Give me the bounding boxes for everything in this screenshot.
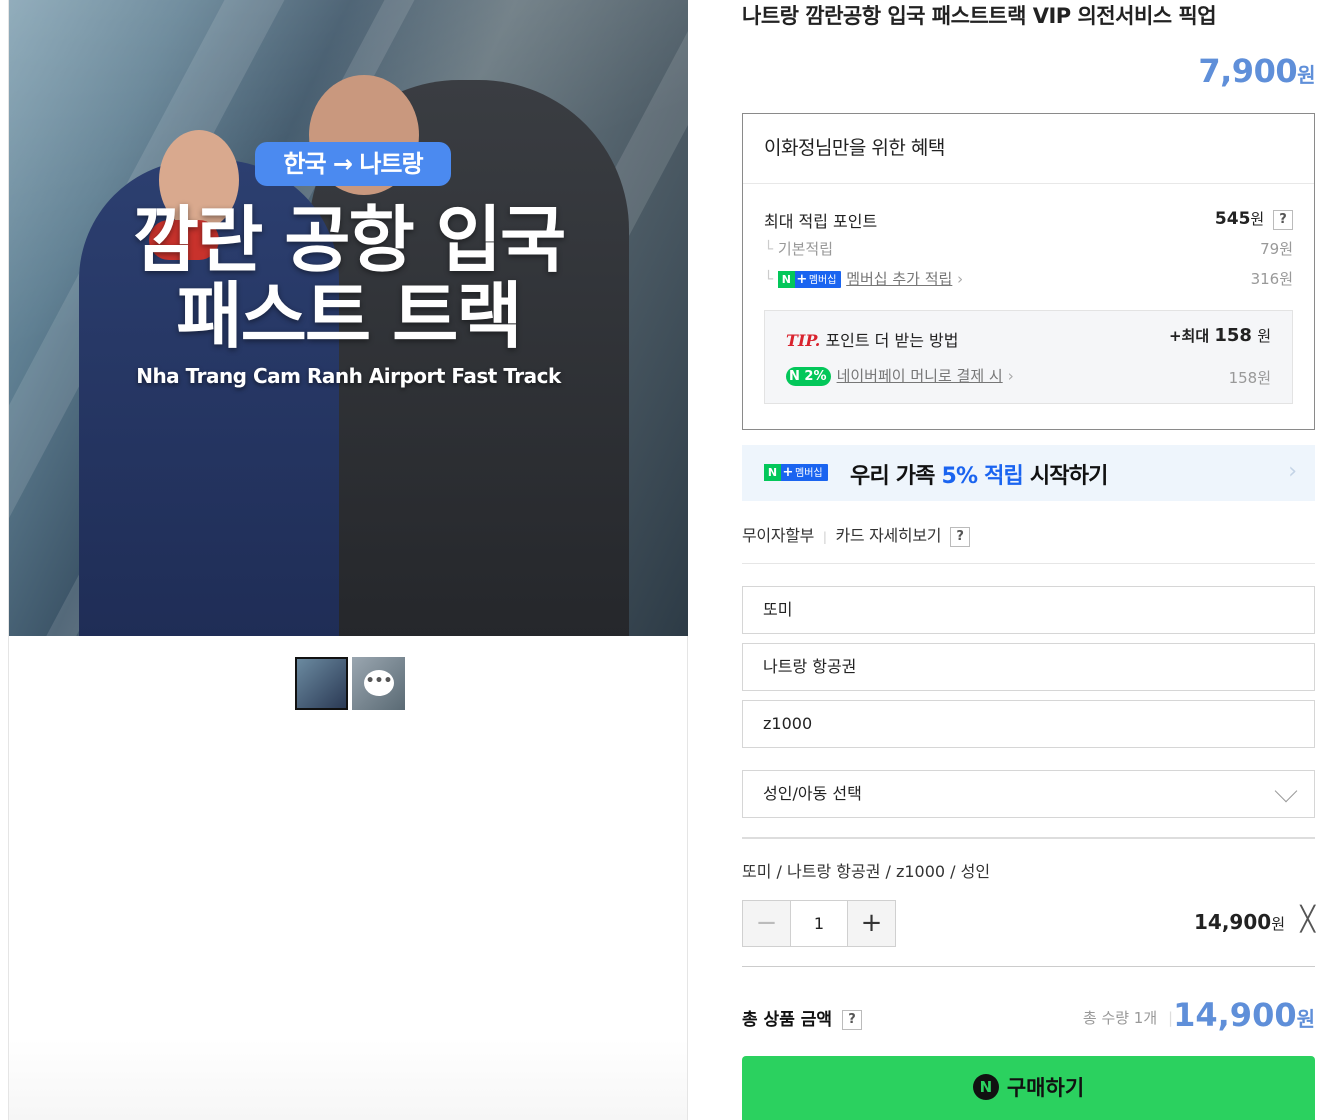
naver-membership-badge: N + 멤버십 (764, 464, 828, 481)
chevron-down-icon (1274, 779, 1298, 803)
membership-banner[interactable]: N + 멤버십 우리 가족 5% 적립 시작하기 › (742, 445, 1315, 501)
product-main-image[interactable]: 한국 → 나트랑 깜란 공항 입국 패스트 트랙 Nha Trang Cam R… (9, 0, 688, 636)
banner-text-highlight: 5% 적립 (941, 464, 1023, 489)
total-price-unit: 원 (1296, 1007, 1315, 1031)
chevron-right-icon: › (1288, 459, 1297, 484)
tip-prefix: TIP. (786, 331, 821, 350)
selected-option-summary: 또미 / 나트랑 항공권 / z1000 / 성인 (742, 862, 991, 881)
tip-max-unit: 원 (1257, 327, 1271, 345)
quantity-increase-button[interactable]: + (848, 901, 895, 946)
option-field-ticket[interactable]: 나트랑 항공권 (742, 643, 1315, 691)
product-price-unit: 원 (1297, 63, 1315, 87)
quantity-stepper: − 1 + (742, 900, 896, 947)
card-details-link[interactable]: 카드 자세히보기 (835, 526, 941, 545)
product-price: 7,900원 (1198, 52, 1315, 90)
tip-box: TIP. 포인트 더 받는 방법 +최대 158 원 N 2% 네이버페이 머니… (764, 310, 1293, 404)
total-price: 14,900원 (1173, 996, 1315, 1034)
quantity-decrease-button[interactable]: − (743, 901, 790, 946)
membership-points-value: 316원 (1250, 270, 1293, 288)
tip-max-prefix: +최대 (1168, 327, 1210, 345)
divider (742, 837, 1315, 839)
more-icon: ••• (364, 670, 394, 696)
age-select[interactable]: 성인/아동 선택 (742, 770, 1315, 818)
interest-free-label: 무이자할부 (742, 526, 815, 545)
installment-info: 무이자할부 | 카드 자세히보기 ? (742, 522, 970, 547)
npay-value: 158원 (1228, 369, 1271, 387)
thumbnail-strip: ••• (295, 657, 405, 710)
basic-points-row: └ 기본적립 79원 (764, 238, 1293, 259)
option-field-code[interactable]: z1000 (742, 700, 1315, 748)
separator: | (822, 530, 827, 544)
naver-pay-badge: N 2% (786, 367, 832, 386)
max-points-amount: 545 (1214, 209, 1251, 229)
max-points-unit: 원 (1250, 210, 1265, 228)
hero-subtitle-en: Nha Trang Cam Ranh Airport Fast Track (136, 364, 561, 388)
tip-max: +최대 158 원 (1169, 325, 1271, 346)
thumbnail-2[interactable]: ••• (352, 657, 405, 710)
hero-route-badge: 한국 → 나트랑 (255, 142, 451, 186)
max-points-value: 545원 ? (1215, 208, 1293, 230)
tip-max-value: 158 (1214, 325, 1252, 346)
membership-extra-link[interactable]: 멤버십 추가 적립 (846, 270, 952, 288)
basic-points-value: 79원 (1260, 240, 1293, 258)
max-points-row: 최대 적립 포인트 545원 ? (764, 208, 1293, 232)
page: 한국 → 나트랑 깜란 공항 입국 패스트 트랙 Nha Trang Cam R… (0, 0, 1336, 1120)
plus-icon: + (796, 272, 808, 287)
age-select-label: 성인/아동 선택 (763, 784, 862, 803)
total-price-label: 총 상품 금액 ? (742, 1005, 862, 1030)
naver-n-icon: N (777, 271, 795, 288)
product-info: 나트랑 깜란공항 입국 패스트트랙 VIP 의전서비스 픽업 7,900원 이화… (742, 0, 1315, 1120)
naver-n-icon: N (764, 464, 781, 481)
benefit-heading: 이화정님만을 위한 혜택 (743, 114, 1314, 184)
divider (742, 563, 1315, 564)
installment-help-icon[interactable]: ? (949, 526, 970, 547)
membership-badge-text: 멤버십 (808, 275, 837, 286)
product-gallery: 한국 → 나트랑 깜란 공항 입국 패스트 트랙 Nha Trang Cam R… (8, 0, 688, 1120)
buy-button-label: 구매하기 (1006, 1076, 1085, 1100)
option-field-name[interactable]: 또미 (742, 586, 1315, 634)
tree-branch-icon: └ (764, 270, 774, 288)
banner-text-after: 시작하기 (1022, 464, 1109, 489)
tree-branch-icon: └ (764, 240, 774, 258)
naver-pay-icon: N (972, 1074, 999, 1100)
tip-label: 포인트 더 받는 방법 (825, 331, 959, 350)
total-price-value: 14,900 (1173, 996, 1297, 1034)
total-label-text: 총 상품 금액 (742, 1010, 833, 1030)
banner-text-before: 우리 가족 (850, 464, 942, 489)
selected-price-unit: 원 (1271, 915, 1285, 933)
total-count: 총 수량 1개 | (1083, 1007, 1173, 1028)
membership-badge-text: 멤버십 (795, 468, 823, 479)
hero-headline-line1: 깜란 공항 입국 (132, 198, 567, 282)
chevron-right-icon: › (957, 270, 964, 288)
npay-row: N 2% 네이버페이 머니로 결제 시 › (786, 365, 1014, 386)
naver-pay-money-link[interactable]: 네이버페이 머니로 결제 시 (837, 367, 1003, 385)
divider (742, 966, 1315, 967)
membership-points-row: └ N + 멤버십 멤버십 추가 적립 › 316원 (764, 268, 1293, 289)
tip-row: TIP. 포인트 더 받는 방법 (786, 327, 958, 351)
total-count-text: 총 수량 1개 (1082, 1009, 1158, 1027)
naver-membership-badge: N + 멤버십 (777, 271, 842, 288)
thumbnail-1[interactable] (295, 657, 348, 710)
total-help-icon[interactable]: ? (841, 1010, 862, 1030)
benefit-box: 이화정님만을 위한 혜택 최대 적립 포인트 545원 ? └ 기본적립 79원… (742, 113, 1315, 430)
max-points-help-icon[interactable]: ? (1273, 209, 1293, 230)
selected-option-price: 14,900원 (1194, 910, 1285, 934)
selected-price-value: 14,900 (1194, 910, 1272, 934)
basic-points-label: 기본적립 (777, 240, 834, 258)
buy-button[interactable]: N 구매하기 (742, 1056, 1315, 1120)
hero-headline-line2: 패스트 트랙 (176, 274, 522, 358)
membership-banner-text: 우리 가족 5% 적립 시작하기 (850, 458, 1108, 490)
max-points-label: 최대 적립 포인트 (764, 212, 878, 231)
chevron-right-icon: › (1007, 367, 1014, 385)
quantity-value[interactable]: 1 (790, 901, 848, 946)
remove-option-icon[interactable]: ╳ (1301, 905, 1315, 933)
plus-icon: + (782, 465, 794, 480)
product-price-value: 7,900 (1198, 52, 1298, 90)
product-title: 나트랑 깜란공항 입국 패스트트랙 VIP 의전서비스 픽업 (742, 4, 1217, 28)
